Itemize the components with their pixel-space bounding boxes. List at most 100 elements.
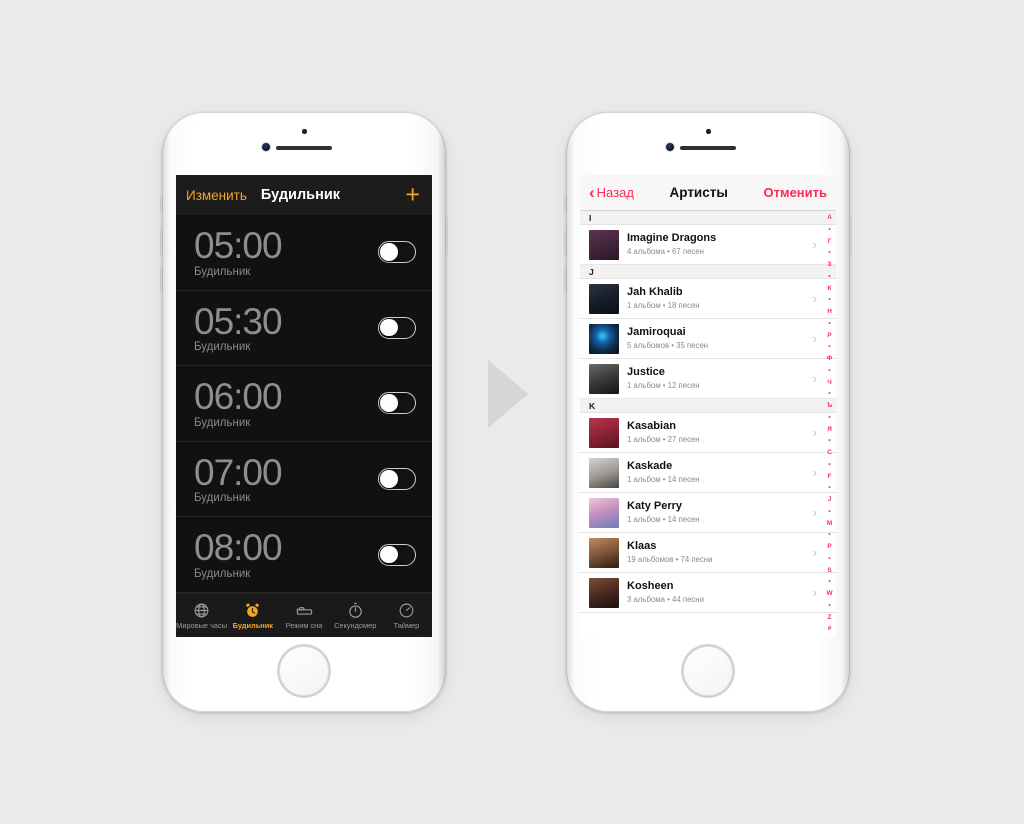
add-alarm-icon[interactable]: +: [405, 182, 420, 208]
artist-row[interactable]: Imagine Dragons 4 альбома • 67 песен ›: [580, 225, 836, 265]
index-letter[interactable]: •: [828, 461, 830, 468]
index-letter[interactable]: Ф: [827, 355, 832, 362]
alarm-label: Будильник: [194, 568, 251, 581]
alarm-toggle[interactable]: [378, 543, 416, 566]
alarm-row[interactable]: 05:30 Будильник: [176, 290, 432, 367]
index-letter[interactable]: •: [828, 484, 830, 491]
index-letter[interactable]: •: [828, 531, 830, 538]
index-letter[interactable]: •: [828, 390, 830, 397]
back-button-label: Назад: [596, 185, 634, 200]
artist-texts: Katy Perry 1 альбом • 14 песен: [627, 500, 805, 524]
index-letter[interactable]: M: [827, 520, 832, 527]
alarm-row[interactable]: 07:00 Будильник: [176, 441, 432, 518]
artist-name: Kasabian: [627, 420, 676, 433]
tab-stopwatch[interactable]: Секундомер: [330, 594, 381, 637]
artist-name: Kaskade: [627, 460, 673, 473]
clock-nav-bar: Изменить Будильник +: [176, 175, 432, 215]
index-letter[interactable]: Н: [827, 308, 832, 315]
index-letter[interactable]: S: [827, 567, 831, 574]
earpiece-speaker: [276, 146, 332, 150]
artist-texts: Kaskade 1 альбом • 14 песен: [627, 460, 805, 484]
index-letter[interactable]: Я: [827, 426, 832, 433]
alarm-toggle[interactable]: [378, 468, 416, 491]
tab-timer[interactable]: Таймер: [381, 594, 432, 637]
alarm-toggle[interactable]: [378, 241, 416, 264]
artist-thumbnail: [589, 283, 619, 314]
alarm-toggle[interactable]: [378, 392, 416, 415]
index-letter[interactable]: •: [828, 578, 830, 585]
artist-texts: Kasabian 1 альбом • 27 песен: [627, 420, 805, 444]
index-letter[interactable]: Г: [828, 238, 832, 245]
front-camera: [666, 143, 674, 151]
earpiece-speaker: [680, 146, 736, 150]
alphabet-index-bar[interactable]: А • Г • З • К • Н • Р • Ф • Ч • Ъ • Я • C • F • J • M • P • S • W • Z #: [824, 214, 835, 633]
clock-app: Изменить Будильник + 05:00 Будильник 05:30…: [176, 175, 432, 637]
index-letter[interactable]: •: [828, 249, 830, 256]
artist-row[interactable]: Kosheen 3 альбома • 44 песни ›: [580, 573, 836, 613]
artist-row[interactable]: Kaskade 1 альбом • 14 песен ›: [580, 453, 836, 493]
artist-name: Jah Khalib: [627, 286, 683, 299]
index-letter[interactable]: •: [828, 320, 830, 327]
artist-row[interactable]: Katy Perry 1 альбом • 14 песен ›: [580, 493, 836, 533]
artist-row[interactable]: Jamiroquai 5 альбомов • 35 песен ›: [580, 319, 836, 359]
index-letter[interactable]: А: [827, 214, 832, 221]
index-letter[interactable]: Ч: [827, 379, 832, 386]
index-letter[interactable]: J: [828, 496, 832, 503]
volume-down-button[interactable]: [160, 266, 163, 292]
alarm-toggle[interactable]: [378, 316, 416, 339]
index-letter[interactable]: #: [828, 625, 832, 632]
bed-icon: [296, 602, 313, 619]
index-letter[interactable]: •: [828, 414, 830, 421]
right-phone-device: ‹ Назад Артисты Отменить I Imagine Dragon…: [564, 112, 852, 712]
index-letter[interactable]: Ъ: [827, 402, 833, 409]
index-letter[interactable]: Z: [828, 614, 832, 621]
artist-row[interactable]: Jah Khalib 1 альбом • 18 песен ›: [580, 279, 836, 319]
home-button[interactable]: [683, 646, 733, 696]
edit-button[interactable]: Изменить: [186, 188, 247, 203]
index-letter[interactable]: C: [827, 449, 832, 456]
index-letter[interactable]: W: [826, 590, 832, 597]
index-letter[interactable]: •: [828, 602, 830, 609]
alarm-row[interactable]: 08:00 Будильник: [176, 517, 432, 593]
index-letter[interactable]: •: [828, 296, 830, 303]
index-letter[interactable]: •: [828, 555, 830, 562]
index-letter[interactable]: P: [827, 543, 831, 550]
index-letter[interactable]: •: [828, 226, 830, 233]
home-button[interactable]: [279, 646, 329, 696]
index-letter[interactable]: •: [828, 367, 830, 374]
artist-list[interactable]: I Imagine Dragons 4 альбома • 67 песен › J Ja…: [580, 211, 836, 637]
index-letter[interactable]: •: [828, 343, 830, 350]
tab-alarm-clock[interactable]: Будильник: [227, 594, 278, 637]
index-letter[interactable]: •: [828, 273, 830, 280]
power-button[interactable]: [445, 216, 448, 256]
artist-detail: 1 альбом • 12 песен: [627, 380, 700, 390]
alarm-texts: 07:00 Будильник: [194, 453, 283, 504]
index-letter[interactable]: Р: [827, 332, 831, 339]
alarm-row[interactable]: 06:00 Будильник: [176, 366, 432, 442]
artist-row[interactable]: Klaas 19 альбомов • 74 песни ›: [580, 533, 836, 573]
back-button[interactable]: ‹ Назад: [589, 184, 634, 201]
artist-row[interactable]: Justice 1 альбом • 12 песен ›: [580, 359, 836, 399]
toggle-knob: [380, 243, 398, 261]
index-letter[interactable]: •: [828, 437, 830, 444]
alarm-time: 05:00: [194, 224, 283, 266]
tab-bed[interactable]: Режим сна: [278, 594, 329, 637]
tab-globe[interactable]: Мировые часы: [176, 594, 227, 637]
volume-down-button[interactable]: [564, 266, 567, 292]
index-letter[interactable]: К: [828, 285, 832, 292]
index-letter[interactable]: З: [827, 261, 831, 268]
cancel-button[interactable]: Отменить: [763, 185, 827, 200]
alarm-row[interactable]: 05:00 Будильник: [176, 215, 432, 291]
alarm-label: Будильник: [194, 341, 251, 354]
index-letter[interactable]: F: [828, 473, 832, 480]
volume-up-button[interactable]: [564, 230, 567, 256]
toggle-knob: [380, 394, 398, 412]
volume-up-button[interactable]: [160, 230, 163, 256]
power-button[interactable]: [849, 216, 852, 256]
alarm-list: 05:00 Будильник 05:30 Будильник 06:00 Будильн…: [176, 215, 432, 593]
artist-thumbnail: [589, 497, 619, 528]
ring-switch[interactable]: [160, 196, 163, 212]
artist-row[interactable]: Kasabian 1 альбом • 27 песен ›: [580, 413, 836, 453]
ring-switch[interactable]: [564, 196, 567, 212]
index-letter[interactable]: •: [828, 508, 830, 515]
